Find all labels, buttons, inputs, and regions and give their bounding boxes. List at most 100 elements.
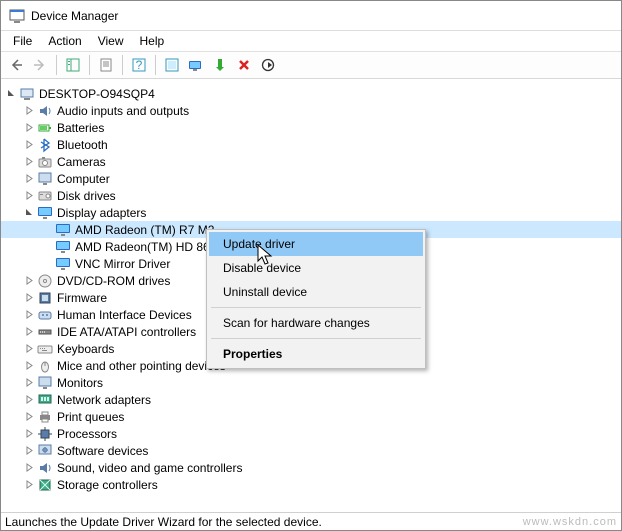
ctx-properties[interactable]: Properties — [209, 342, 423, 366]
toolbar-separator — [89, 55, 90, 75]
device-icon — [37, 205, 53, 221]
tree-category[interactable]: Disk drives — [1, 187, 621, 204]
expander-icon[interactable] — [5, 88, 17, 100]
expander-icon[interactable] — [23, 428, 35, 440]
window-title: Device Manager — [31, 9, 118, 23]
ctx-scan-hardware[interactable]: Scan for hardware changes — [209, 311, 423, 335]
status-bar: Launches the Update Driver Wizard for th… — [1, 512, 621, 530]
device-icon — [55, 256, 71, 272]
device-icon — [37, 171, 53, 187]
tree-category[interactable]: Bluetooth — [1, 136, 621, 153]
expander-icon[interactable] — [23, 156, 35, 168]
device-label: Keyboards — [57, 342, 114, 356]
expander-icon[interactable] — [23, 275, 35, 287]
device-icon — [19, 86, 35, 102]
device-icon — [55, 222, 71, 238]
svg-text:?: ? — [136, 58, 143, 72]
device-label: Mice and other pointing devices — [57, 359, 226, 373]
device-label: Audio inputs and outputs — [57, 104, 189, 118]
expander-icon[interactable] — [23, 377, 35, 389]
menu-view[interactable]: View — [90, 32, 132, 50]
tree-category[interactable]: Cameras — [1, 153, 621, 170]
expander-icon[interactable] — [23, 292, 35, 304]
device-icon — [37, 120, 53, 136]
tree-category[interactable]: Processors — [1, 425, 621, 442]
device-label: Network adapters — [57, 393, 151, 407]
ctx-uninstall-device[interactable]: Uninstall device — [209, 280, 423, 304]
expander-icon[interactable] — [23, 122, 35, 134]
device-label: Bluetooth — [57, 138, 108, 152]
disable-device-button[interactable] — [257, 54, 279, 76]
menu-help[interactable]: Help — [132, 32, 173, 50]
tree-category[interactable]: Software devices — [1, 442, 621, 459]
expander-icon[interactable] — [23, 309, 35, 321]
tree-category[interactable]: Batteries — [1, 119, 621, 136]
forward-button[interactable] — [29, 54, 51, 76]
expander-icon[interactable] — [23, 326, 35, 338]
expander-icon[interactable] — [23, 190, 35, 202]
uninstall-device-button[interactable] — [233, 54, 255, 76]
device-label: Storage controllers — [57, 478, 158, 492]
device-icon — [37, 460, 53, 476]
titlebar: Device Manager — [1, 1, 621, 31]
expander-icon[interactable] — [23, 343, 35, 355]
device-label: Software devices — [57, 444, 148, 458]
toolbar: ? — [1, 51, 621, 79]
watermark: www.wskdn.com — [523, 516, 617, 528]
device-icon — [37, 154, 53, 170]
app-icon — [9, 8, 25, 24]
expander-icon[interactable] — [23, 445, 35, 457]
device-label: Display adapters — [57, 206, 146, 220]
expander-icon — [41, 224, 53, 236]
device-label: Processors — [57, 427, 117, 441]
tree-category[interactable]: Print queues — [1, 408, 621, 425]
ctx-separator — [211, 307, 421, 308]
device-icon — [37, 477, 53, 493]
menu-action[interactable]: Action — [40, 32, 89, 50]
device-label: Sound, video and game controllers — [57, 461, 242, 475]
device-label: VNC Mirror Driver — [75, 257, 170, 271]
expander-icon[interactable] — [23, 173, 35, 185]
show-hide-tree-button[interactable] — [62, 54, 84, 76]
tree-category[interactable]: Storage controllers — [1, 476, 621, 493]
enable-device-button[interactable] — [209, 54, 231, 76]
device-label: Print queues — [57, 410, 124, 424]
menu-file[interactable]: File — [5, 32, 40, 50]
tree-category[interactable]: Computer — [1, 170, 621, 187]
help-button[interactable]: ? — [128, 54, 150, 76]
back-button[interactable] — [5, 54, 27, 76]
device-label: Cameras — [57, 155, 106, 169]
device-icon — [37, 103, 53, 119]
expander-icon[interactable] — [23, 105, 35, 117]
device-icon — [37, 375, 53, 391]
ctx-separator — [211, 338, 421, 339]
scan-hardware-button[interactable] — [161, 54, 183, 76]
expander-icon[interactable] — [23, 360, 35, 372]
device-icon — [37, 409, 53, 425]
tree-category[interactable]: Sound, video and game controllers — [1, 459, 621, 476]
update-driver-button[interactable] — [185, 54, 207, 76]
ctx-disable-device[interactable]: Disable device — [209, 256, 423, 280]
tree-category[interactable]: Display adapters — [1, 204, 621, 221]
device-label: Disk drives — [57, 189, 116, 203]
expander-icon[interactable] — [23, 394, 35, 406]
device-icon — [37, 188, 53, 204]
expander-icon[interactable] — [23, 479, 35, 491]
context-menu: Update driver Disable device Uninstall d… — [206, 229, 426, 369]
device-label: Batteries — [57, 121, 104, 135]
device-icon — [37, 137, 53, 153]
tree-category[interactable]: Monitors — [1, 374, 621, 391]
expander-icon[interactable] — [23, 411, 35, 423]
toolbar-separator — [122, 55, 123, 75]
expander-icon[interactable] — [23, 139, 35, 151]
tree-category[interactable]: Audio inputs and outputs — [1, 102, 621, 119]
device-label: Firmware — [57, 291, 107, 305]
properties-button[interactable] — [95, 54, 117, 76]
device-icon — [37, 392, 53, 408]
ctx-update-driver[interactable]: Update driver — [209, 232, 423, 256]
expander-icon[interactable] — [23, 207, 35, 219]
status-text: Launches the Update Driver Wizard for th… — [5, 515, 322, 529]
tree-root[interactable]: DESKTOP-O94SQP4 — [1, 85, 621, 102]
expander-icon[interactable] — [23, 462, 35, 474]
tree-category[interactable]: Network adapters — [1, 391, 621, 408]
